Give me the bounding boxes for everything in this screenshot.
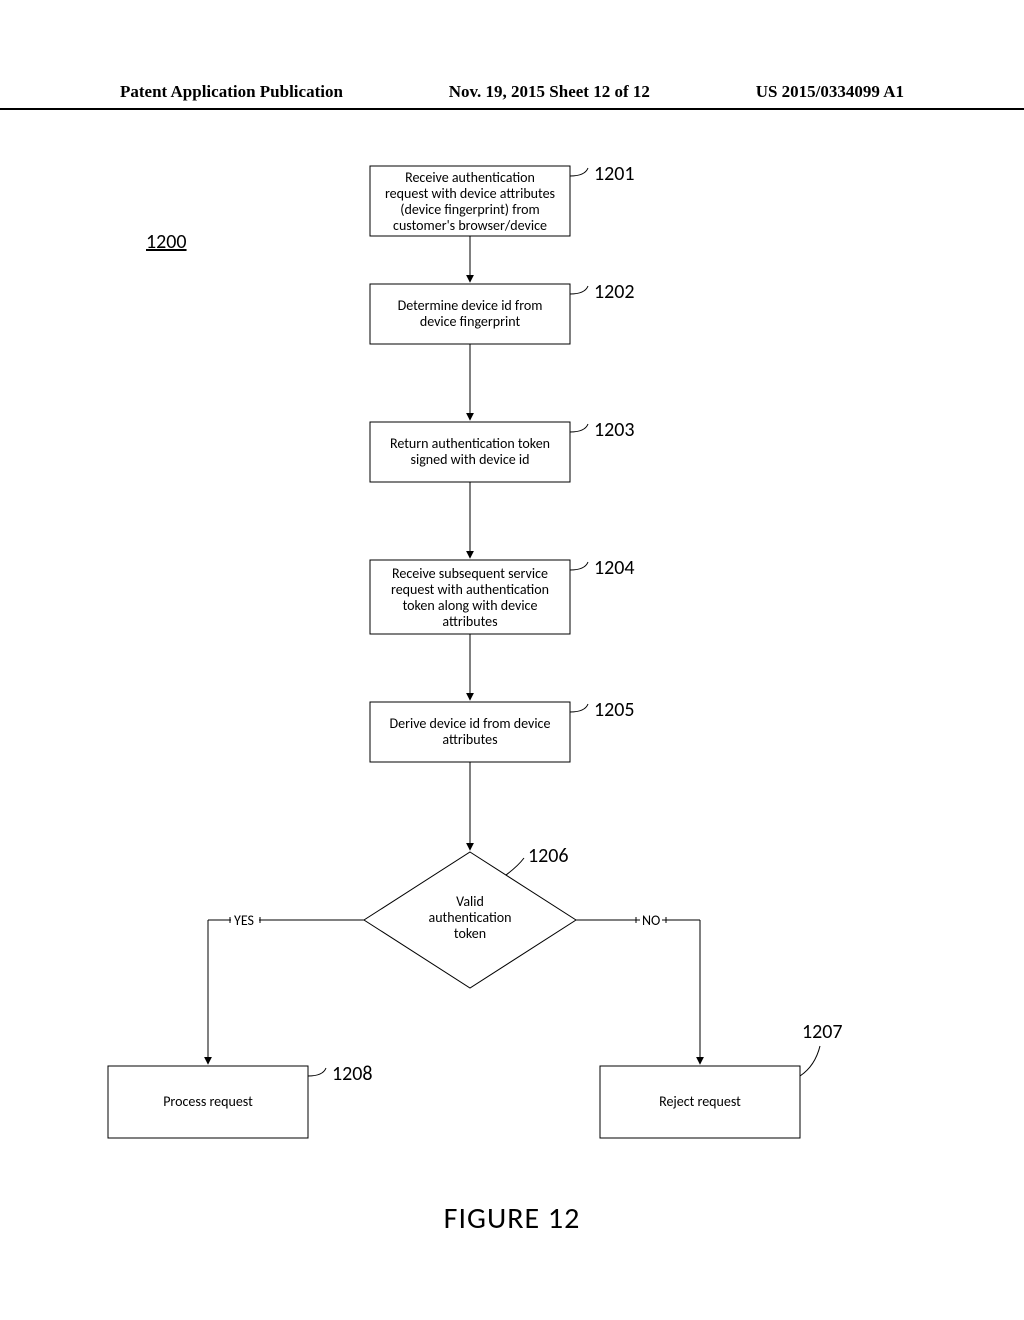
page: Patent Application Publication Nov. 19, … [0,0,1024,1320]
step-1205-line2: attributes [442,731,497,748]
decision-1206-line3: token [454,925,486,942]
step-1203-line2: signed with device id [411,451,530,468]
flowchart: Receive authentication request with devi… [0,0,1024,1320]
step-1202-line2: device fingerprint [420,313,521,330]
ref-1201: 1201 [594,162,635,186]
step-1205-line1: Derive device id from device [390,715,551,732]
ref-1205: 1205 [594,698,635,722]
step-1207-line1: Reject request [659,1093,741,1110]
ref-1208: 1208 [332,1062,373,1086]
branch-no-label: NO [642,912,660,929]
leader-1203 [570,424,588,432]
ref-1204: 1204 [594,556,635,580]
step-1201-line3: (device fingerprint) from [400,201,539,218]
step-1204-line2: request with authentication [391,581,549,598]
figure-title: FIGURE 12 [0,1200,1024,1237]
leader-1205 [570,704,588,712]
step-1201-line2: request with device attributes [385,185,555,202]
leader-1204 [570,562,588,570]
step-1204-line1: Receive subsequent service [392,565,548,582]
leader-1207 [800,1046,820,1076]
step-1204-line3: token along with device [403,597,538,614]
step-1203-line1: Return authentication token [390,435,550,452]
ref-1206: 1206 [528,844,569,868]
ref-1202: 1202 [594,280,635,304]
step-1204-line4: attributes [442,613,497,630]
step-1201-line4: customer's browser/device [393,217,547,234]
ref-1207: 1207 [802,1020,843,1044]
decision-1206-line1: Valid [456,893,484,910]
branch-yes-label: YES [234,912,254,929]
decision-1206-line2: authentication [428,909,511,926]
leader-1206 [506,858,524,875]
step-1201-line1: Receive authentication [405,169,535,186]
ref-1203: 1203 [594,418,635,442]
leader-1208 [308,1068,326,1076]
leader-1202 [570,286,588,294]
leader-1201 [570,168,588,176]
step-1202-line1: Determine device id from [398,297,543,314]
step-1208-line1: Process request [163,1093,253,1110]
